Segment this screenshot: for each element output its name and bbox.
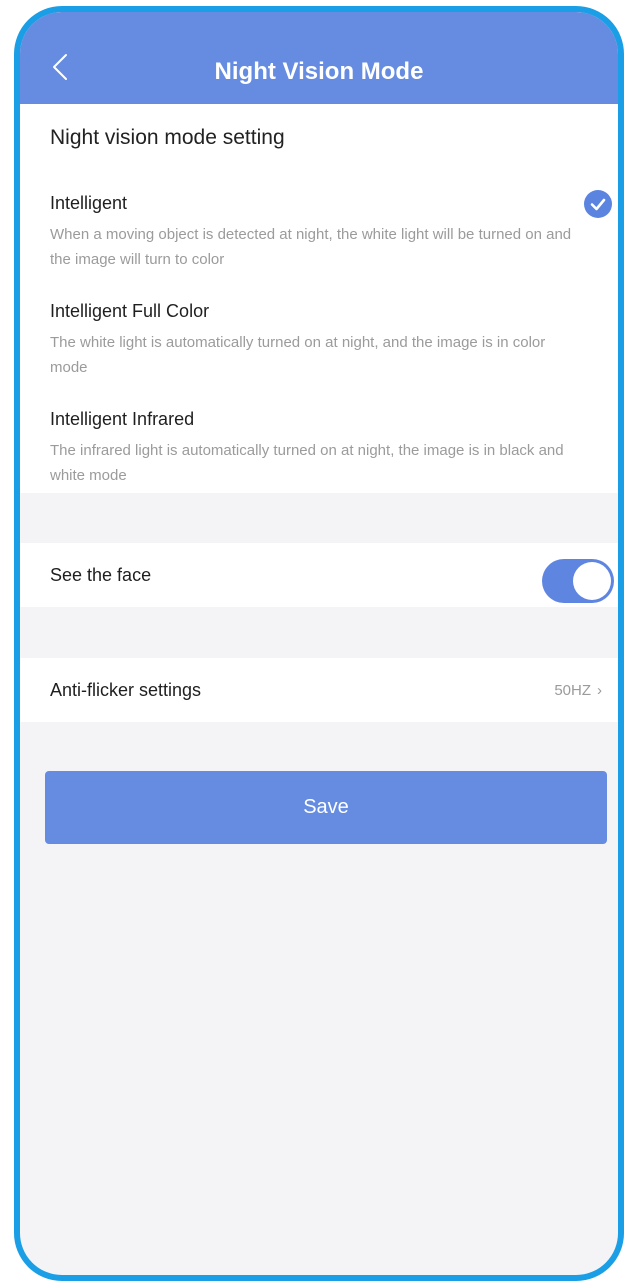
checkmark-icon	[584, 190, 612, 218]
mode-option-intelligent-full-color[interactable]: Intelligent Full Color The white light i…	[50, 300, 600, 380]
mode-description: The infrared light is automatically turn…	[50, 442, 564, 484]
night-vision-mode-panel: Night vision mode setting Intelligent Wh…	[20, 104, 618, 493]
mode-option-intelligent[interactable]: Intelligent When a moving object is dete…	[50, 192, 600, 272]
mode-name: Intelligent Infrared	[50, 409, 195, 429]
see-face-row: See the face	[20, 543, 618, 607]
mode-name: Intelligent	[50, 193, 128, 213]
page-title: Night Vision Mode	[214, 58, 424, 85]
save-button[interactable]: Save	[45, 771, 607, 844]
see-face-label: See the face	[50, 565, 152, 585]
section-title: Night vision mode setting	[50, 126, 285, 149]
header-bar: Night Vision Mode	[20, 12, 618, 104]
anti-flicker-value-wrap: 50HZ ›	[554, 682, 602, 699]
phone-frame: Night Vision Mode Night vision mode sett…	[14, 6, 624, 1281]
toggle-knob	[573, 562, 611, 600]
mode-description: The white light is automatically turned …	[50, 334, 546, 376]
mode-name: Intelligent Full Color	[50, 301, 210, 321]
mode-description: When a moving object is detected at nigh…	[50, 226, 572, 268]
see-face-toggle[interactable]	[542, 559, 614, 603]
anti-flicker-row[interactable]: Anti-flicker settings 50HZ ›	[20, 658, 618, 722]
mode-option-intelligent-infrared[interactable]: Intelligent Infrared The infrared light …	[50, 408, 600, 488]
anti-flicker-label: Anti-flicker settings	[50, 680, 202, 700]
anti-flicker-value: 50HZ	[554, 682, 591, 699]
chevron-right-icon: ›	[597, 682, 602, 699]
